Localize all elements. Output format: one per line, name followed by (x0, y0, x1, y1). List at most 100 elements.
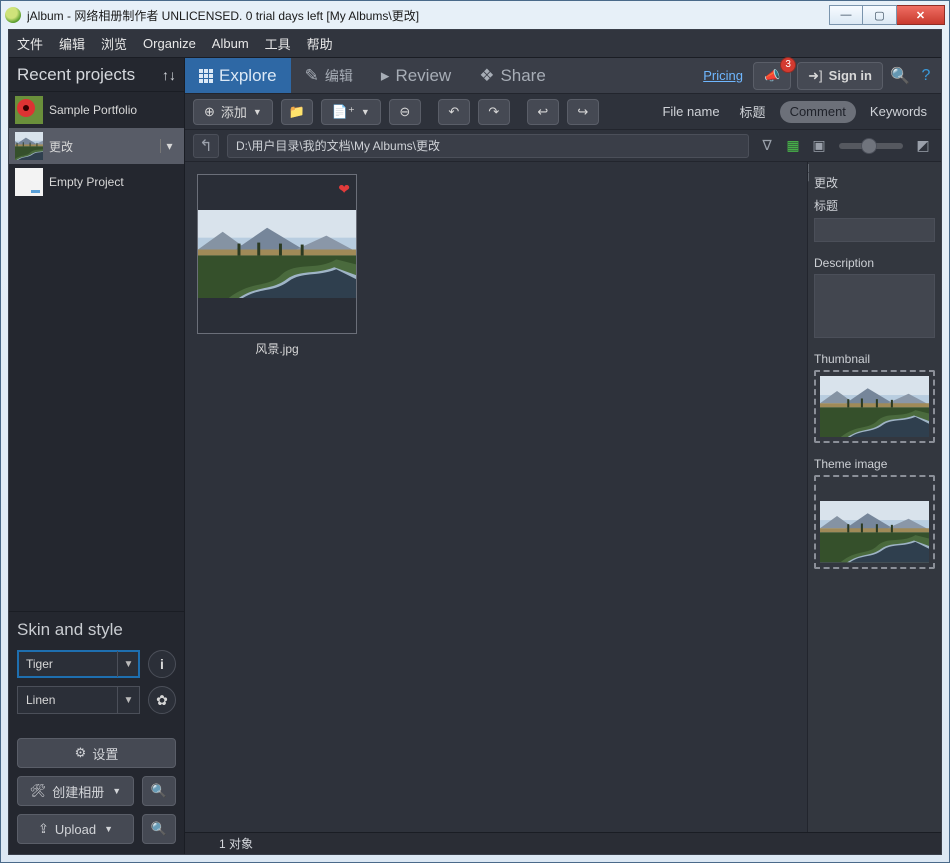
menubar: 文件 编辑 浏览 Organize Album 工具 帮助 (9, 30, 941, 58)
prop-description-input[interactable] (814, 274, 935, 338)
rotate-right-icon: ↷ (488, 104, 499, 120)
chevron-down-icon: ▼ (117, 651, 139, 677)
menu-tools[interactable]: 工具 (265, 34, 291, 53)
sync-icon[interactable]: ▦ (783, 136, 803, 156)
search-icon[interactable]: 🔍 (889, 66, 911, 86)
maximize-button[interactable]: ▢ (863, 5, 897, 25)
search-icon: 🔍 (151, 821, 167, 837)
project-empty[interactable]: Empty Project (9, 164, 184, 200)
prop-thumbnail-label: Thumbnail (814, 352, 935, 366)
prop-title-label: 标题 (814, 197, 935, 214)
thumbnail-preview (820, 376, 929, 437)
signin-button[interactable]: ➜] Sign in (797, 62, 883, 90)
window-frame: jAlbum - 网络相册制作者 UNLICENSED. 0 trial day… (0, 0, 950, 863)
tab-share[interactable]: ❖ Share (465, 58, 560, 93)
undo-icon: ↩ (537, 104, 548, 120)
col-comment[interactable]: Comment (780, 101, 856, 123)
upload-preview-button[interactable]: 🔍 (142, 814, 176, 844)
project-dropdown-icon[interactable]: ▾ (160, 139, 178, 153)
remove-button[interactable]: ⊖ (389, 99, 421, 125)
gear-icon: ⚙ (75, 745, 87, 761)
minimize-button[interactable]: — (829, 5, 863, 25)
thumb-zoom-slider[interactable] (839, 143, 903, 149)
col-filename[interactable]: File name (656, 104, 725, 119)
pricing-link[interactable]: Pricing (703, 68, 743, 83)
redo-button[interactable]: ↪ (567, 99, 599, 125)
chevron-down-icon: ▼ (112, 786, 121, 796)
col-keywords[interactable]: Keywords (864, 104, 933, 119)
menu-organize[interactable]: Organize (143, 36, 196, 51)
menu-album[interactable]: Album (212, 36, 249, 51)
tab-explore[interactable]: Explore (185, 58, 291, 93)
share-icon: ❖ (479, 66, 494, 86)
settings-button[interactable]: ⚙ 设置 (17, 738, 176, 768)
skin-info-button[interactable]: i (148, 650, 176, 678)
play-icon: ▸ (381, 66, 390, 86)
menu-help[interactable]: 帮助 (307, 34, 333, 53)
rotate-right-button[interactable]: ↷ (478, 99, 510, 125)
col-title[interactable]: 标题 (734, 102, 772, 121)
rotate-left-button[interactable]: ↶ (438, 99, 470, 125)
order-icon[interactable]: ▣ (809, 136, 829, 156)
project-genggai[interactable]: 更改 ▾ (9, 128, 184, 164)
notifications-button[interactable]: 📣 3 (753, 62, 791, 90)
sort-icon[interactable]: ↑↓ (162, 67, 176, 83)
user-icon[interactable]: ◩ (913, 136, 933, 156)
menu-file[interactable]: 文件 (17, 34, 43, 53)
signin-label: Sign in (829, 68, 872, 83)
gallery[interactable]: ❤ 风景.jpg (185, 162, 807, 832)
app-icon (5, 7, 21, 23)
folder-plus-icon: 📁 (289, 104, 305, 120)
slider-knob[interactable] (861, 138, 877, 154)
statusbar: 1 对象 (185, 832, 941, 854)
rotate-left-icon: ↶ (448, 104, 459, 120)
wrench-icon: 🛠 (30, 783, 47, 799)
megaphone-icon: 📣 (764, 68, 780, 84)
tab-review[interactable]: ▸ Review (367, 58, 465, 93)
prop-title-input[interactable] (814, 218, 935, 242)
help-icon[interactable]: ? (915, 67, 937, 85)
menu-browse[interactable]: 浏览 (101, 34, 127, 53)
image-preview (198, 210, 356, 299)
project-thumb-icon (15, 132, 43, 160)
project-thumb-icon (15, 168, 43, 196)
style-select[interactable]: Linen ▼ (17, 686, 140, 714)
build-preview-button[interactable]: 🔍 (142, 776, 176, 806)
view-tabs: Explore ✎ 编辑 ▸ Review ❖ Share (185, 58, 941, 94)
style-settings-button[interactable]: ✿ (148, 686, 176, 714)
upload-icon: ⇪ (38, 821, 49, 837)
settings-label: 设置 (92, 744, 118, 763)
tab-edit[interactable]: ✎ 编辑 (291, 58, 367, 93)
skin-select[interactable]: Tiger ▼ (17, 650, 140, 678)
window-title: jAlbum - 网络相册制作者 UNLICENSED. 0 trial day… (27, 7, 829, 24)
style-select-value: Linen (26, 693, 55, 707)
tab-edit-label: 编辑 (325, 66, 353, 86)
close-button[interactable]: ✕ (897, 5, 945, 25)
status-text: 1 对象 (219, 835, 253, 852)
sidebar: Recent projects ↑↓ Sample Portfolio 更改 ▾ (9, 58, 185, 854)
chevron-down-icon: ▼ (104, 824, 113, 834)
signin-icon: ➜] (808, 68, 823, 84)
up-folder-button[interactable]: ↰ (193, 134, 219, 158)
filter-icon[interactable]: ∇ (757, 136, 777, 156)
thumbnail-image[interactable]: ❤ (197, 174, 357, 334)
up-arrow-icon: ↰ (199, 136, 212, 156)
undo-button[interactable]: ↩ (527, 99, 559, 125)
thumbnail-card[interactable]: ❤ 风景.jpg (197, 174, 357, 357)
upload-button[interactable]: ⇪ Upload ▼ (17, 814, 134, 844)
new-page-button[interactable]: 📄⁺▼ (321, 99, 381, 125)
collapse-panel-icon[interactable]: ◀◀ (807, 164, 808, 182)
build-album-button[interactable]: 🛠 创建相册 ▼ (17, 776, 134, 806)
add-button[interactable]: ⊕ 添加 ▼ (193, 99, 273, 125)
thumbnail-dropzone[interactable] (814, 370, 935, 443)
path-input[interactable]: D:\用户目录\我的文档\My Albums\更改 (227, 134, 749, 158)
favorite-icon[interactable]: ❤ (338, 181, 350, 198)
menu-edit[interactable]: 编辑 (59, 34, 85, 53)
project-sample-portfolio[interactable]: Sample Portfolio (9, 92, 184, 128)
titlebar[interactable]: jAlbum - 网络相册制作者 UNLICENSED. 0 trial day… (1, 1, 949, 29)
theme-preview (820, 501, 929, 562)
new-folder-button[interactable]: 📁 (281, 99, 313, 125)
pencil-icon: ✎ (305, 66, 319, 86)
theme-dropzone[interactable] (814, 475, 935, 568)
skin-select-value: Tiger (26, 657, 53, 671)
